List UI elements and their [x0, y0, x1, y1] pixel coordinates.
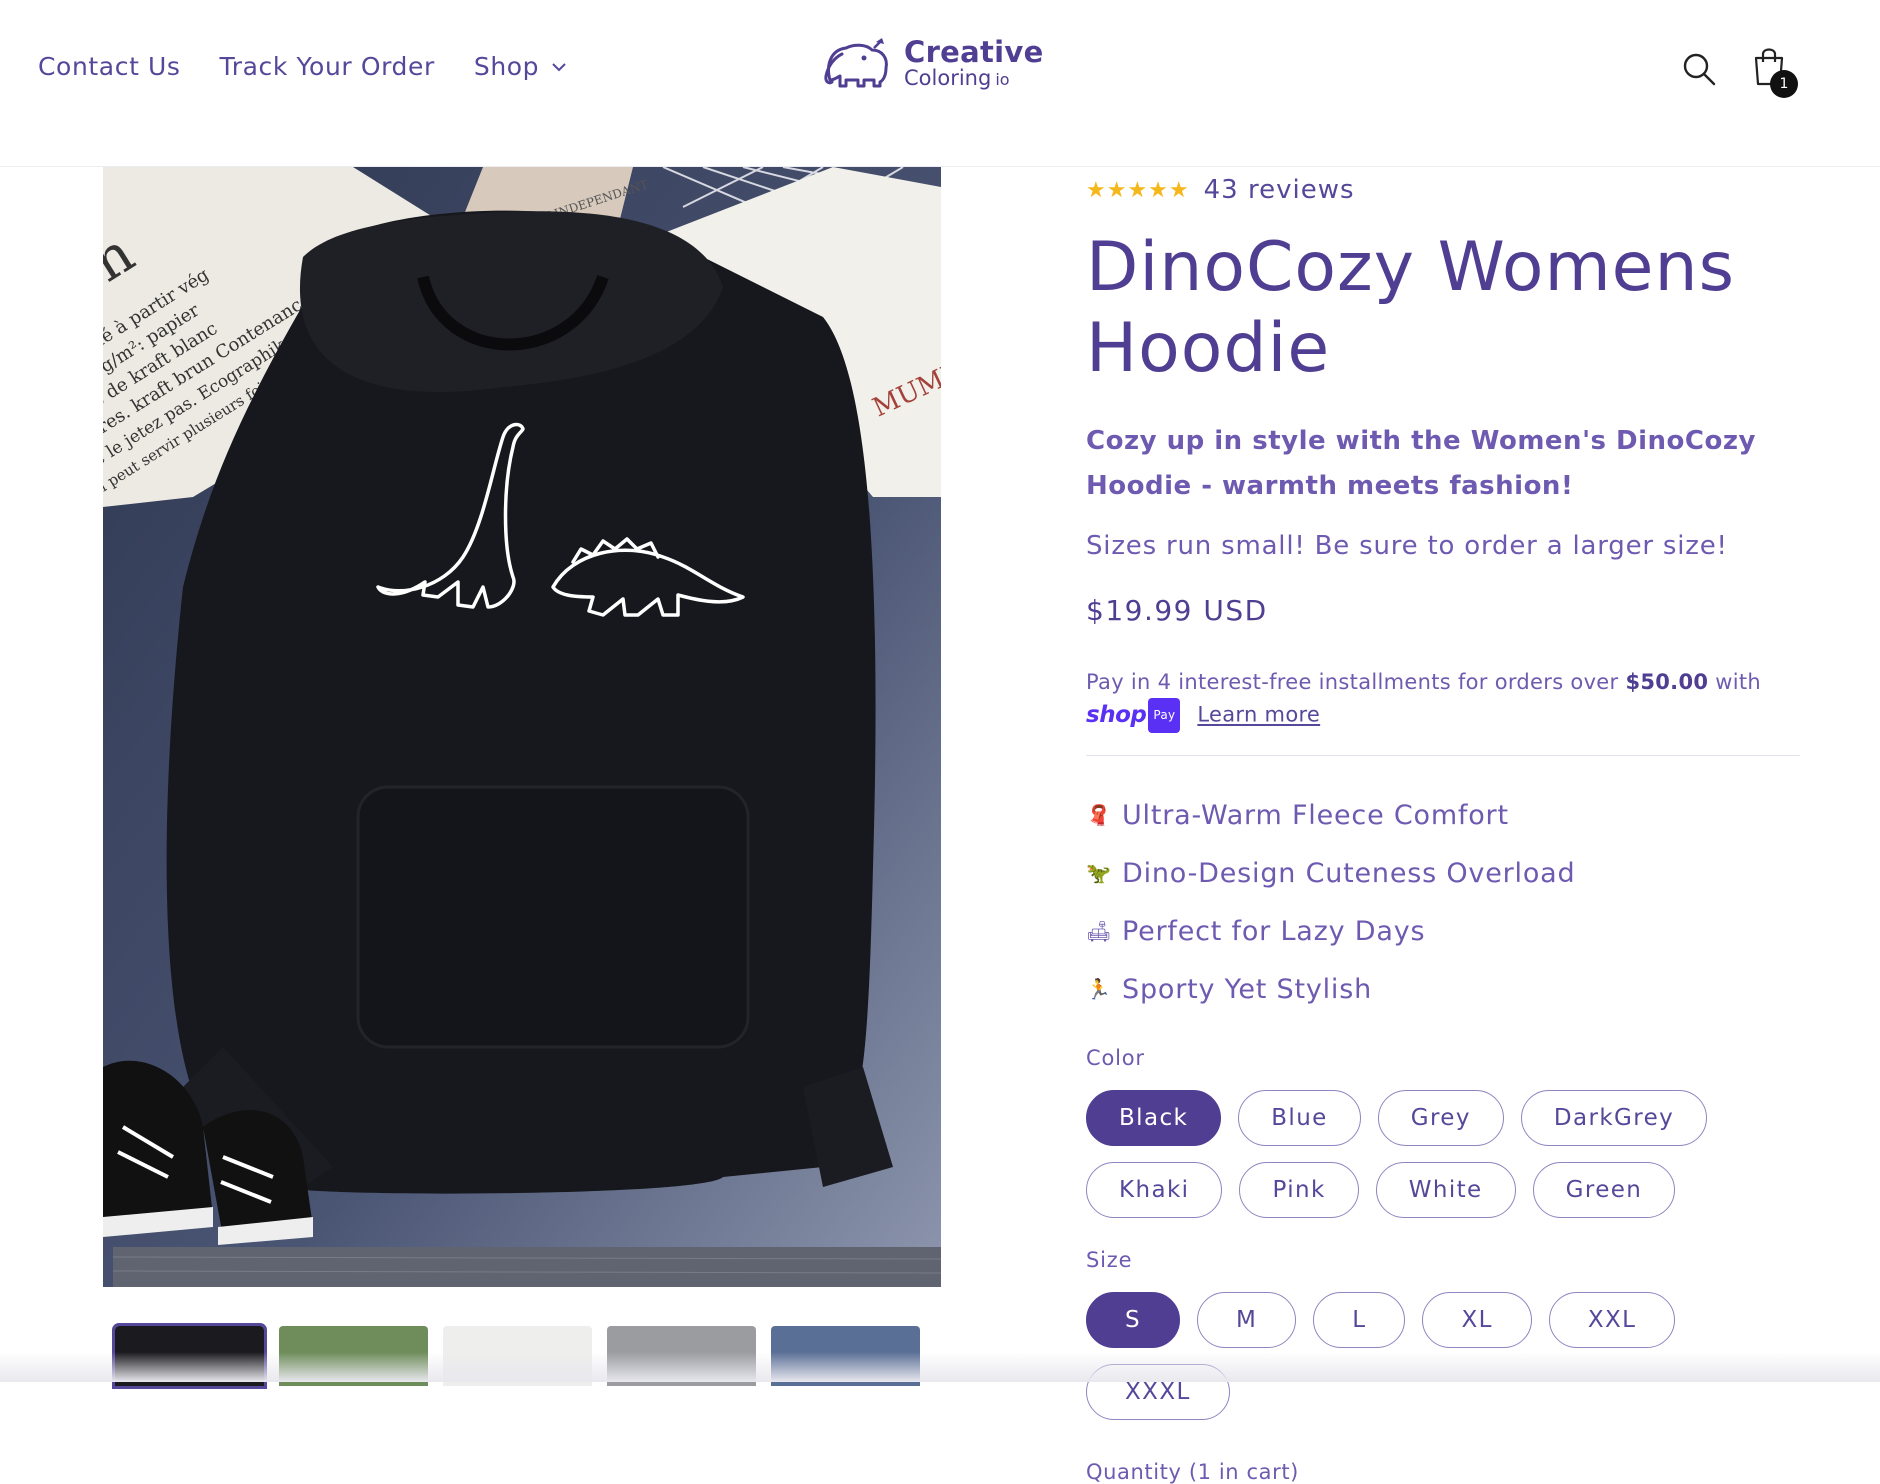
- installments-amount: $50.00: [1625, 670, 1709, 694]
- nav-shop[interactable]: Shop: [474, 52, 567, 81]
- color-option-khaki[interactable]: Khaki: [1086, 1162, 1223, 1218]
- color-option-pink[interactable]: Pink: [1239, 1162, 1359, 1218]
- color-option-blue[interactable]: Blue: [1238, 1090, 1361, 1146]
- feature-text: Dino-Design Cuteness Overload: [1122, 857, 1576, 889]
- shop-pay-word: shop: [1086, 702, 1147, 728]
- feature-text: Perfect for Lazy Days: [1122, 915, 1426, 947]
- runner-icon: 🏃: [1086, 977, 1112, 1001]
- scarf-icon: 🧣: [1086, 803, 1112, 827]
- product-tagline: Cozy up in style with the Women's DinoCo…: [1086, 426, 1756, 501]
- dinosaur-icon: 🦖: [1086, 861, 1112, 885]
- chevron-down-icon: [552, 62, 566, 71]
- search-icon[interactable]: [1682, 52, 1716, 86]
- main-nav: Contact Us Track Your Order Shop: [38, 52, 567, 81]
- learn-more-link[interactable]: Learn more: [1197, 703, 1320, 727]
- product-title: DinoCozy Womens Hoodie: [1086, 228, 1736, 388]
- feature-text: Ultra-Warm Fleece Comfort: [1122, 799, 1509, 831]
- couch-icon: 🛋: [1086, 919, 1113, 943]
- nav-label: Contact Us: [38, 52, 181, 81]
- feature-item: 🛋 Perfect for Lazy Days: [1086, 902, 1800, 960]
- cart-button[interactable]: 1: [1752, 46, 1798, 98]
- installments-suffix: with: [1708, 670, 1762, 694]
- feature-text: Sporty Yet Stylish: [1122, 973, 1373, 1005]
- logo-subtext: Coloring io: [904, 65, 1044, 90]
- product-rating[interactable]: ★★★★★ 43 reviews: [1086, 175, 1800, 205]
- color-option-grey[interactable]: Grey: [1377, 1090, 1504, 1146]
- hoodie-photo: MUME c'en fabriqué à partir vég ur 180g/…: [103, 167, 941, 1287]
- shop-pay-installments: Pay in 4 interest-free installments for …: [1086, 667, 1800, 733]
- color-option-black[interactable]: Black: [1086, 1090, 1222, 1146]
- nav-label: Track Your Order: [219, 52, 435, 81]
- product-price: $19.99 USD: [1086, 594, 1268, 627]
- color-label: Color: [1086, 1046, 1145, 1070]
- feature-item: 🧣 Ultra-Warm Fleece Comfort: [1086, 786, 1800, 844]
- size-option-s[interactable]: S: [1086, 1292, 1180, 1348]
- star-rating-icon: ★★★★★: [1086, 177, 1190, 203]
- color-options: Black Blue Grey DarkGrey Khaki Pink Whit…: [1086, 1090, 1800, 1218]
- quantity-label: Quantity (1 in cart): [1086, 1460, 1299, 1484]
- logo-suffix: io: [995, 69, 1010, 89]
- product-info: ★★★★★ 43 reviews DinoCozy Womens Hoodie …: [1086, 167, 1800, 1484]
- review-count: 43 reviews: [1203, 175, 1355, 205]
- feature-item: 🏃 Sporty Yet Stylish: [1086, 960, 1800, 1018]
- size-option-m[interactable]: M: [1197, 1292, 1297, 1348]
- scroll-fade: [0, 1352, 1880, 1382]
- size-option-l[interactable]: L: [1313, 1292, 1406, 1348]
- size-note: Sizes run small! Be sure to order a larg…: [1086, 531, 1728, 561]
- size-label: Size: [1086, 1248, 1133, 1272]
- logo-sub-word: Coloring: [904, 65, 992, 90]
- nav-track-order[interactable]: Track Your Order: [220, 52, 435, 81]
- installments-prefix: Pay in 4 interest-free installments for …: [1086, 670, 1626, 694]
- color-option-green[interactable]: Green: [1532, 1162, 1676, 1218]
- site-logo[interactable]: Creative Coloring io: [820, 36, 1044, 90]
- site-header: Contact Us Track Your Order Shop Creativ…: [0, 0, 1880, 167]
- size-option-xxl[interactable]: XXL: [1548, 1292, 1676, 1348]
- shop-pay-badge: Pay: [1148, 698, 1181, 733]
- shop-pay-logo: shop Pay: [1086, 698, 1181, 733]
- divider: [1086, 755, 1800, 756]
- color-option-white[interactable]: White: [1375, 1162, 1516, 1218]
- nav-label: Shop: [473, 52, 540, 81]
- size-option-xl[interactable]: XL: [1422, 1292, 1532, 1348]
- elephant-logo-icon: [824, 38, 888, 88]
- feature-list: 🧣 Ultra-Warm Fleece Comfort 🦖 Dino-Design …: [1086, 786, 1800, 1018]
- product-main-image[interactable]: MUME c'en fabriqué à partir vég ur 180g/…: [103, 167, 941, 1287]
- cart-count-badge: 1: [1770, 70, 1798, 98]
- logo-wordmark: Creative: [904, 34, 1044, 69]
- nav-contact-us[interactable]: Contact Us: [38, 52, 181, 81]
- feature-item: 🦖 Dino-Design Cuteness Overload: [1086, 844, 1800, 902]
- color-option-darkgrey[interactable]: DarkGrey: [1520, 1090, 1708, 1146]
